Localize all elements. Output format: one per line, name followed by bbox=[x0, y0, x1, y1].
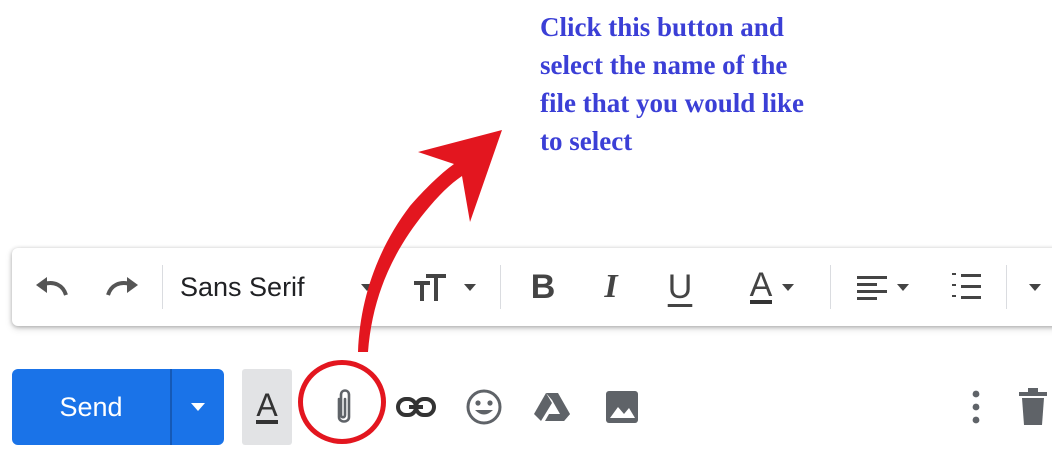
undo-icon bbox=[36, 277, 68, 296]
chevron-down-icon bbox=[897, 283, 909, 291]
send-label: Send bbox=[59, 392, 123, 422]
highlight-circle bbox=[298, 360, 386, 444]
numbered-list-button[interactable] bbox=[940, 248, 992, 326]
text-color-icon: A bbox=[749, 266, 773, 304]
trash-icon bbox=[1019, 388, 1047, 425]
annotation-line-4: to select bbox=[540, 126, 633, 156]
emoji-icon bbox=[466, 389, 502, 425]
numbered-list-icon bbox=[952, 273, 981, 299]
discard-draft-button[interactable] bbox=[1014, 369, 1052, 445]
chevron-down-icon bbox=[782, 283, 795, 291]
drive-icon bbox=[534, 393, 570, 421]
formatting-toolbar: Sans Serif B I U A bbox=[12, 248, 1052, 326]
italic-button[interactable]: I bbox=[584, 248, 638, 326]
chevron-down-icon bbox=[191, 403, 205, 411]
more-formatting-button[interactable] bbox=[1020, 248, 1050, 326]
send-button[interactable]: Send bbox=[12, 369, 224, 445]
font-family-dropdown[interactable] bbox=[354, 248, 380, 326]
redo-icon bbox=[106, 277, 138, 296]
photo-icon bbox=[606, 391, 638, 423]
underline-button[interactable]: U bbox=[652, 248, 708, 326]
chevron-down-icon bbox=[361, 283, 373, 291]
formatting-options-button[interactable]: A bbox=[242, 369, 292, 445]
bold-button[interactable]: B bbox=[516, 248, 570, 326]
insert-emoji-button[interactable] bbox=[458, 369, 510, 445]
underline-icon: U bbox=[667, 267, 693, 306]
insert-photo-button[interactable] bbox=[596, 369, 648, 445]
text-size-button[interactable] bbox=[404, 248, 484, 326]
toolbar-divider bbox=[1006, 265, 1007, 309]
chevron-down-icon bbox=[464, 283, 476, 291]
insert-drive-button[interactable] bbox=[526, 369, 578, 445]
bold-icon: B bbox=[530, 267, 556, 306]
text-color-button[interactable]: A bbox=[728, 248, 816, 326]
more-options-button[interactable] bbox=[956, 369, 996, 445]
insert-link-button[interactable] bbox=[390, 369, 442, 445]
italic-icon: I bbox=[604, 268, 618, 305]
instruction-annotation: Click this button and select the name of… bbox=[540, 8, 870, 160]
text-size-icon bbox=[414, 274, 446, 301]
align-icon bbox=[857, 276, 887, 300]
format-icon: A bbox=[256, 387, 278, 424]
toolbar-divider bbox=[830, 265, 831, 309]
link-icon bbox=[396, 397, 436, 417]
align-button[interactable] bbox=[838, 248, 926, 326]
chevron-down-icon bbox=[1029, 283, 1041, 291]
undo-button[interactable] bbox=[26, 248, 78, 326]
redo-button[interactable] bbox=[96, 248, 148, 326]
schedule-send-button[interactable] bbox=[172, 369, 224, 445]
font-family-select[interactable]: Sans Serif bbox=[180, 248, 305, 326]
toolbar-divider bbox=[162, 265, 163, 309]
annotation-line-3: file that you would like bbox=[540, 88, 805, 118]
toolbar-divider bbox=[500, 265, 501, 309]
annotation-line-2: select the name of the bbox=[540, 50, 788, 80]
more-vert-icon bbox=[972, 390, 980, 424]
annotation-line-1: Click this button and bbox=[540, 12, 784, 42]
